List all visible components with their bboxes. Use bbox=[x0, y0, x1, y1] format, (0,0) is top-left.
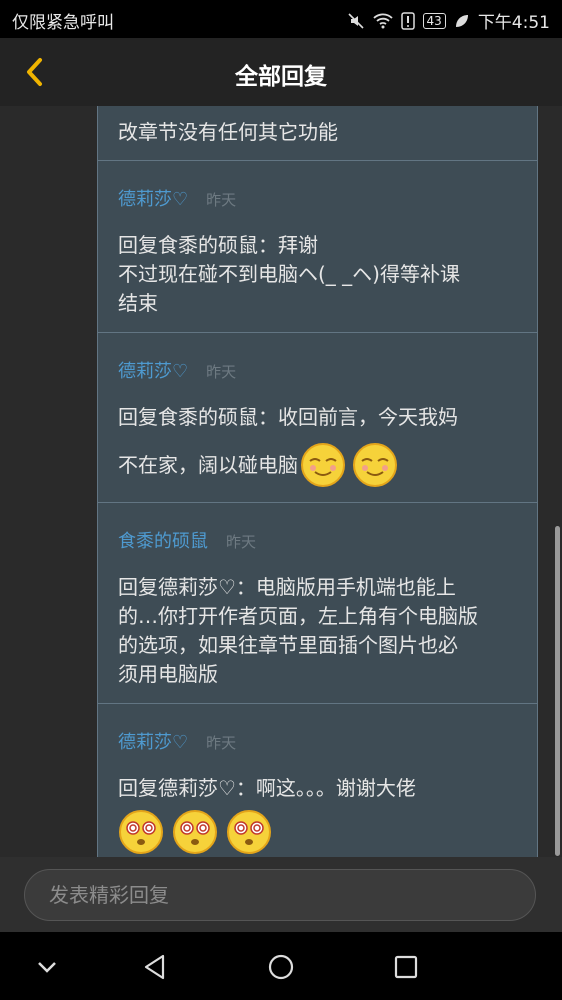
reply-body: 回复食黍的硕鼠：拜谢 不过现在碰不到电脑ヘ(_ _ヘ)得等补课 结束 bbox=[118, 231, 517, 332]
username-link[interactable]: 德莉莎♡ bbox=[118, 185, 188, 211]
list-item[interactable]: 德莉莎♡ 昨天 回复德莉莎♡：啊这。。。谢谢大佬 bbox=[98, 704, 537, 857]
smirk-emoji-icon bbox=[301, 443, 345, 487]
reply-text-line: 不在家，阔以碰电脑 bbox=[118, 452, 298, 477]
page-title: 全部回复 bbox=[235, 64, 327, 90]
timestamp: 昨天 bbox=[226, 533, 257, 551]
timestamp: 昨天 bbox=[206, 191, 237, 209]
reply-text-line: 结束 bbox=[118, 291, 158, 315]
list-item[interactable]: 食黍的硕鼠 昨天 回复德莉莎♡：电脑版用手机端也能上 的…你打开作者页面，左上角… bbox=[98, 503, 537, 704]
dizzy-emoji-icon bbox=[173, 810, 217, 854]
list-item[interactable]: 德莉莎♡ 昨天 回复食黍的硕鼠：收回前言，今天我妈 不在家，阔以碰电脑 bbox=[98, 333, 537, 503]
wifi-icon bbox=[372, 13, 393, 28]
reply-list-container[interactable]: 改章节没有任何其它功能 德莉莎♡ 昨天 回复食黍的硕鼠：拜谢 不过现在碰不到电脑… bbox=[0, 106, 562, 857]
reply-input[interactable]: 发表精彩回复 bbox=[24, 869, 536, 921]
reply-body: 回复食黍的硕鼠：收回前言，今天我妈 不在家，阔以碰电脑 bbox=[118, 403, 517, 502]
reply-text-line: 须用电脑版 bbox=[118, 662, 218, 686]
username-link[interactable]: 食黍的硕鼠 bbox=[118, 527, 208, 553]
reply-text-line: 的…你打开作者页面，左上角有个电脑版 bbox=[118, 604, 478, 628]
dizzy-emoji-icon bbox=[119, 810, 163, 854]
recents-square-icon[interactable] bbox=[389, 950, 423, 984]
clock: 下午4:51 bbox=[477, 13, 550, 33]
reply-list: 改章节没有任何其它功能 德莉莎♡ 昨天 回复食黍的硕鼠：拜谢 不过现在碰不到电脑… bbox=[97, 106, 538, 857]
back-triangle-icon[interactable] bbox=[138, 950, 172, 984]
list-item[interactable]: 改章节没有任何其它功能 bbox=[98, 106, 537, 161]
timestamp: 昨天 bbox=[206, 734, 237, 752]
home-circle-icon[interactable] bbox=[264, 950, 298, 984]
carrier-text: 仅限紧急呼叫 bbox=[12, 13, 114, 33]
list-item[interactable]: 德莉莎♡ 昨天 回复食黍的硕鼠：拜谢 不过现在碰不到电脑ヘ(_ _ヘ)得等补课 … bbox=[98, 161, 537, 333]
reply-body: 回复德莉莎♡：电脑版用手机端也能上 的…你打开作者页面，左上角有个电脑版 的选项… bbox=[118, 573, 517, 703]
chevron-down-icon[interactable] bbox=[30, 950, 64, 984]
username-link[interactable]: 德莉莎♡ bbox=[118, 357, 188, 383]
app-header: 全部回复 bbox=[0, 38, 562, 106]
smirk-emoji-icon bbox=[353, 443, 397, 487]
reply-text-line: 改章节没有任何其它功能 bbox=[118, 120, 338, 144]
reply-text-line: 回复食黍的硕鼠：收回前言，今天我妈 bbox=[118, 405, 458, 429]
reply-text-line: 不过现在碰不到电脑ヘ(_ _ヘ)得等补课 bbox=[118, 262, 460, 286]
username-link[interactable]: 德莉莎♡ bbox=[118, 728, 188, 754]
reply-body: 回复德莉莎♡：啊这。。。谢谢大佬 bbox=[118, 774, 517, 857]
mute-icon bbox=[347, 12, 364, 29]
dizzy-emoji-icon bbox=[227, 810, 271, 854]
alert-icon bbox=[400, 11, 415, 30]
reply-text-line: 回复食黍的硕鼠：拜谢 bbox=[118, 233, 318, 257]
battery-level: 43 bbox=[422, 12, 446, 29]
reply-input-bar: 发表精彩回复 bbox=[0, 857, 562, 932]
reply-text-line: 的选项，如果往章节里面插个图片也必 bbox=[118, 633, 458, 657]
system-nav-bar bbox=[0, 932, 562, 1000]
status-bar: 仅限紧急呼叫 43 下午4:51 bbox=[0, 0, 562, 38]
reply-text-line: 回复德莉莎♡：啊这。。。谢谢大佬 bbox=[118, 776, 416, 800]
leaf-icon bbox=[455, 14, 468, 27]
timestamp: 昨天 bbox=[206, 363, 237, 381]
reply-text-line: 回复德莉莎♡：电脑版用手机端也能上 bbox=[118, 575, 456, 599]
scrollbar[interactable] bbox=[555, 526, 560, 856]
